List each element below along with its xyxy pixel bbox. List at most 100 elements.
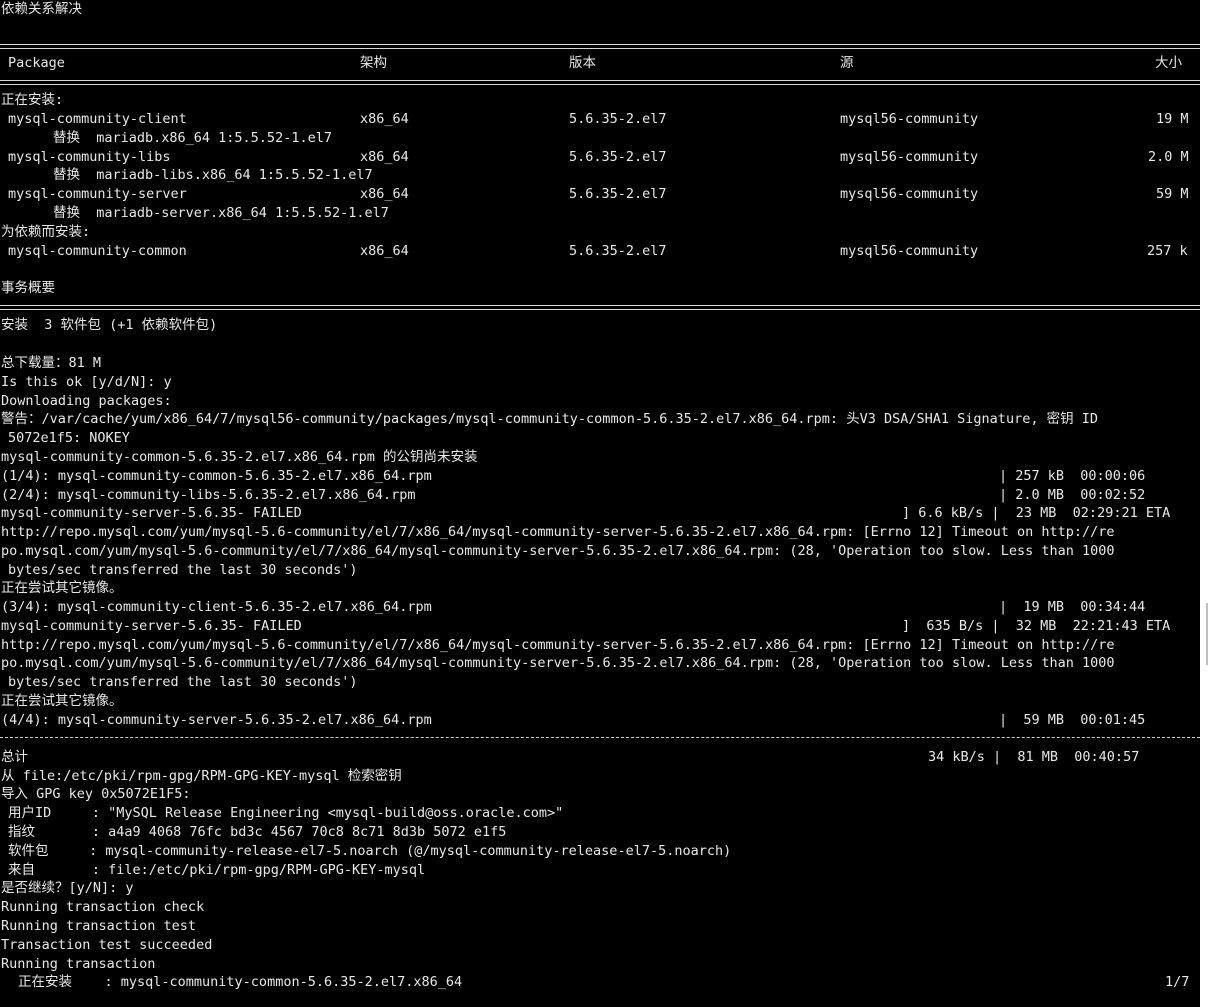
terminal-text: 为依赖而安装:	[1, 224, 91, 240]
terminal-text: 架构	[360, 55, 387, 71]
terminal-line: 警告：/var/cache/yum/x86_64/7/mysql56-commu…	[0, 410, 1200, 429]
terminal-text: | 59 MB 00:01:45	[999, 712, 1146, 728]
terminal-text: 257 k	[1147, 243, 1188, 259]
terminal-line: Is this ok [y/d/N]: y	[0, 373, 1200, 392]
terminal-line: 导入 GPG key 0x5072E1F5:	[0, 785, 1200, 804]
terminal-text: Running transaction	[1, 956, 156, 972]
terminal-text: Downloading packages:	[1, 393, 172, 409]
terminal-line: 依赖关系解决	[0, 0, 1200, 19]
terminal-line: 从 file:/etc/pki/rpm-gpg/RPM-GPG-KEY-mysq…	[0, 767, 1200, 786]
terminal-line: mysql-community-server-5.6.35- FAILED ] 6…	[0, 617, 1200, 636]
terminal-text: 5072e1f5: NOKEY	[8, 430, 130, 446]
terminal-text: bytes/sec transferred the last 30 second…	[8, 674, 358, 690]
terminal-text: Running transaction check	[1, 899, 205, 915]
terminal-line: mysql-community-common-5.6.35-2.el7.x86_…	[0, 448, 1200, 467]
terminal-text: mysql56-community	[840, 149, 979, 165]
terminal-line: 软件包 : mysql-community-release-el7-5.noar…	[0, 842, 1200, 861]
terminal-text: Package	[8, 55, 65, 71]
terminal-text: 警告：/var/cache/yum/x86_64/7/mysql56-commu…	[1, 411, 1098, 427]
terminal-text: 依赖关系解决	[1, 1, 82, 17]
terminal-line: 替换 mariadb.x86_64 1:5.5.52-1.el7	[0, 129, 1200, 148]
terminal-text: Running transaction test	[1, 918, 197, 934]
double-separator	[0, 44, 1200, 49]
terminal-line: 是否继续？[y/N]: y	[0, 879, 1200, 898]
terminal-text: 5.6.35-2.el7	[569, 149, 667, 165]
terminal-text: x86_64	[360, 186, 409, 202]
terminal-line: po.mysql.com/yum/mysql-5.6-community/el/…	[0, 542, 1200, 561]
terminal-line: bytes/sec transferred the last 30 second…	[0, 673, 1200, 692]
terminal-text: 2.0 M	[1148, 149, 1189, 165]
terminal-text: 从 file:/etc/pki/rpm-gpg/RPM-GPG-KEY-mysq…	[1, 768, 402, 784]
terminal-text: http://repo.mysql.com/yum/mysql-5.6-comm…	[1, 524, 1115, 540]
terminal-line: (1/4): mysql-community-common-5.6.35-2.e…	[0, 467, 1200, 486]
terminal-line: Running transaction	[0, 955, 1200, 974]
terminal-text: ] 6.6 kB/s | 23 MB 02:29:21 ETA	[902, 505, 1171, 521]
terminal-line: Downloading packages:	[0, 392, 1200, 411]
terminal-line: Running transaction check	[0, 898, 1200, 917]
scrollbar-thumb[interactable]	[1206, 603, 1208, 665]
terminal-text: 源	[840, 55, 854, 71]
terminal-text: mysql-community-server-5.6.35- FAILED	[1, 618, 302, 634]
terminal-text: 59 M	[1156, 186, 1189, 202]
terminal-text: 1/7	[1165, 974, 1190, 990]
terminal-line: http://repo.mysql.com/yum/mysql-5.6-comm…	[0, 636, 1200, 655]
terminal-line: Running transaction test	[0, 917, 1200, 936]
terminal-line: 替换 mariadb-libs.x86_64 1:5.5.52-1.el7	[0, 166, 1200, 185]
terminal-line: Transaction test succeeded	[0, 936, 1200, 955]
terminal-text: 5.6.35-2.el7	[569, 186, 667, 202]
dashed-separator	[0, 737, 1200, 738]
terminal-output: 依赖关系解决 Package 架构 版本 源 大小 正在安装: mysql-community…	[0, 0, 1200, 1007]
terminal-text: 用户ID : "MySQL Release Engineering <mysql…	[8, 805, 564, 821]
terminal-line: http://repo.mysql.com/yum/mysql-5.6-comm…	[0, 523, 1200, 542]
terminal-text: http://repo.mysql.com/yum/mysql-5.6-comm…	[1, 637, 1115, 653]
terminal-text: 指纹 : a4a9 4068 76fc bd3c 4567 70c8 8c71 …	[8, 824, 507, 840]
terminal-line: (3/4): mysql-community-client-5.6.35-2.e…	[0, 598, 1200, 617]
terminal-line: 总下载量：81 M	[0, 354, 1200, 373]
terminal-text: 版本	[569, 55, 596, 71]
terminal-line: 正在安装:	[0, 91, 1200, 110]
terminal-text: 来自 : file:/etc/pki/rpm-gpg/RPM-GPG-KEY-m…	[8, 862, 426, 878]
terminal-text: | 2.0 MB 00:02:52	[999, 487, 1146, 503]
terminal-line: mysql-community-client x86_64 5.6.35-2.el7…	[0, 110, 1200, 129]
terminal-text: 总下载量：81 M	[1, 355, 102, 371]
terminal-text: mysql56-community	[840, 186, 979, 202]
terminal-text: mysql-community-client	[8, 111, 187, 127]
terminal-text: 总计	[1, 749, 28, 765]
terminal-text: | 257 kB 00:00:06	[999, 468, 1146, 484]
terminal-text: mysql-community-common-5.6.35-2.el7.x86_…	[1, 449, 478, 465]
terminal-text: x86_64	[360, 149, 409, 165]
terminal-line: 来自 : file:/etc/pki/rpm-gpg/RPM-GPG-KEY-m…	[0, 861, 1200, 880]
terminal-text: 安装 3 软件包 (+1 依赖软件包)	[1, 317, 218, 333]
terminal-text: (1/4): mysql-community-common-5.6.35-2.e…	[1, 468, 432, 484]
terminal-text: bytes/sec transferred the last 30 second…	[8, 562, 358, 578]
terminal-text: (4/4): mysql-community-server-5.6.35-2.e…	[1, 712, 432, 728]
terminal-text: 替换 mariadb-server.x86_64 1:5.5.52-1.el7	[53, 205, 389, 221]
terminal-text: 大小	[1155, 55, 1182, 71]
terminal-line: 替换 mariadb-server.x86_64 1:5.5.52-1.el7	[0, 204, 1200, 223]
terminal-text: Transaction test succeeded	[1, 937, 213, 953]
terminal-text: Is this ok [y/d/N]: y	[1, 374, 172, 390]
terminal-text: 正在尝试其它镜像。	[1, 580, 123, 596]
terminal-text: mysql56-community	[840, 243, 979, 259]
terminal-text: 5.6.35-2.el7	[569, 243, 667, 259]
terminal-line: 指纹 : a4a9 4068 76fc bd3c 4567 70c8 8c71 …	[0, 823, 1200, 842]
terminal-text: mysql-community-server-5.6.35- FAILED	[1, 505, 302, 521]
terminal-line: po.mysql.com/yum/mysql-5.6-community/el/…	[0, 654, 1200, 673]
terminal-text: mysql-community-server	[8, 186, 187, 202]
terminal-line: mysql-community-server-5.6.35- FAILED ] 6…	[0, 504, 1200, 523]
terminal-line: 总计 34 kB/s | 81 MB 00:40:57	[0, 748, 1200, 767]
terminal-text: 19 M	[1156, 111, 1189, 127]
terminal-text: 5.6.35-2.el7	[569, 111, 667, 127]
terminal-line: 用户ID : "MySQL Release Engineering <mysql…	[0, 804, 1200, 823]
terminal-line: 正在尝试其它镜像。	[0, 692, 1200, 711]
terminal-text: x86_64	[360, 111, 409, 127]
terminal-text: 软件包 : mysql-community-release-el7-5.noar…	[8, 843, 732, 859]
scrollbar-track[interactable]	[1200, 0, 1213, 1007]
terminal-line: mysql-community-common x86_64 5.6.35-2.el7…	[0, 242, 1200, 261]
terminal-text: mysql-community-libs	[8, 149, 171, 165]
terminal-text: 34 kB/s | 81 MB 00:40:57	[928, 749, 1140, 765]
terminal-text: ] 635 B/s | 32 MB 22:21:43 ETA	[902, 618, 1171, 634]
terminal-line: mysql-community-libs x86_64 5.6.35-2.el7 my…	[0, 148, 1200, 167]
terminal-text: po.mysql.com/yum/mysql-5.6-community/el/…	[1, 543, 1115, 559]
terminal-line: 5072e1f5: NOKEY	[0, 429, 1200, 448]
